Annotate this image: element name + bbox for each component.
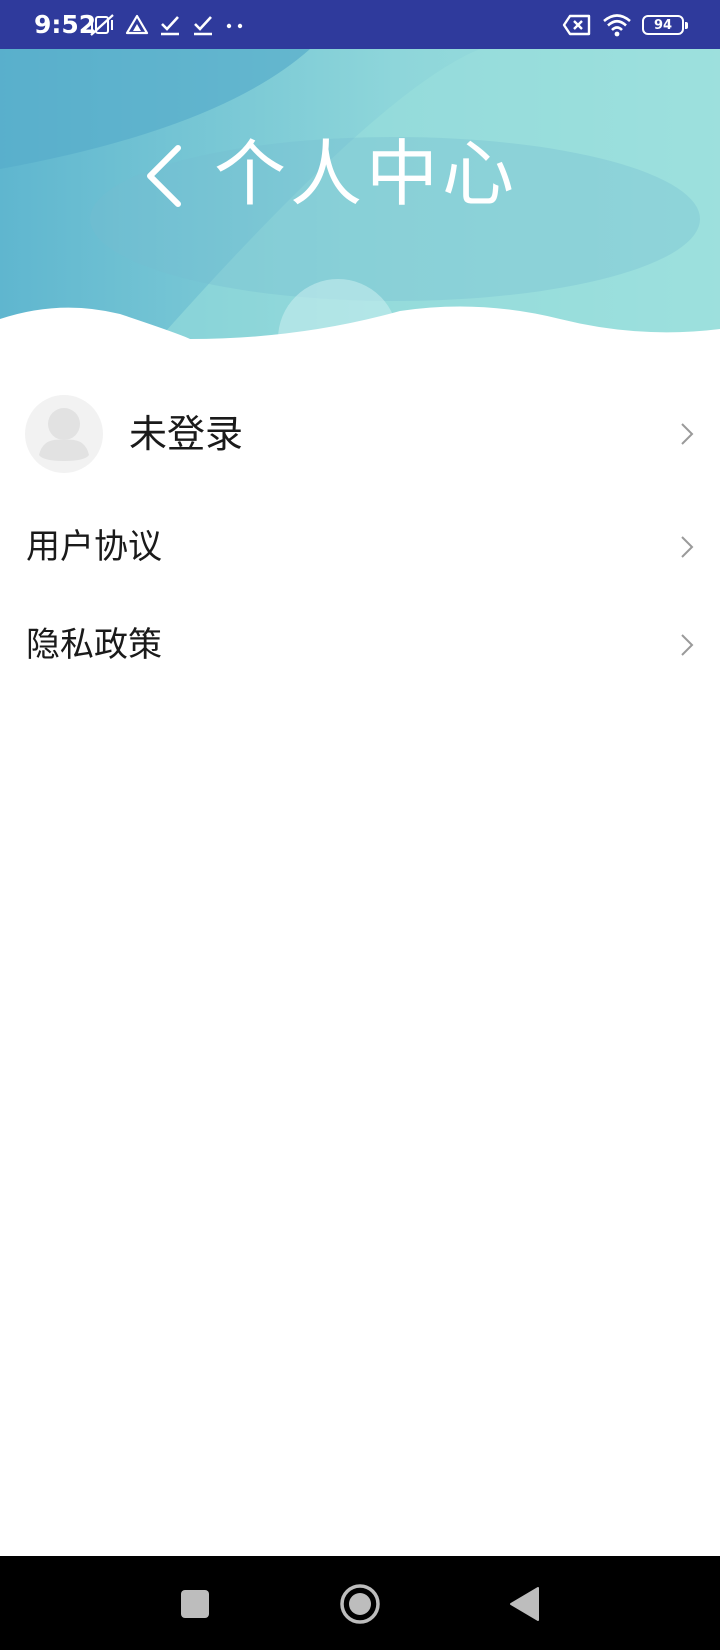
check-icon [191,14,215,36]
no-sim-icon [562,13,592,37]
status-bar: 9:52 94 [0,0,720,49]
home-button[interactable] [332,1576,388,1632]
status-icons-right: 94 [552,11,688,39]
back-button[interactable] [136,134,192,218]
mute-vibrate-icon [88,12,116,38]
chevron-left-icon [147,145,181,207]
header-banner: 个人中心 [0,49,720,359]
recent-apps-button[interactable] [167,1576,223,1632]
login-status-label: 未登录 [129,412,244,456]
chevron-right-icon [681,536,694,558]
battery-icon: 94 [642,15,688,35]
battery-level: 94 [653,17,673,33]
menu-item-privacy-policy[interactable]: 隐私政策 [0,600,720,690]
login-row[interactable]: 未登录 [0,392,720,476]
chevron-right-icon [681,634,694,656]
wifi-icon [602,13,632,37]
check-icon [158,14,182,36]
menu-item-user-agreement[interactable]: 用户协议 [0,502,720,592]
status-icons-left [88,11,255,39]
chevron-right-icon [681,423,694,445]
status-time: 9:52 [34,10,97,39]
default-avatar-icon [25,395,103,473]
menu-item-label: 隐私政策 [26,625,162,665]
more-dots-icon [224,14,246,36]
system-back-button[interactable] [496,1576,552,1632]
page-title: 个人中心 [214,132,519,216]
back-icon [510,1587,539,1621]
navigation-bar [0,1556,720,1650]
drive-icon [125,14,149,36]
menu-item-label: 用户协议 [26,527,162,567]
recent-apps-icon [181,1590,209,1618]
home-icon [340,1584,380,1624]
